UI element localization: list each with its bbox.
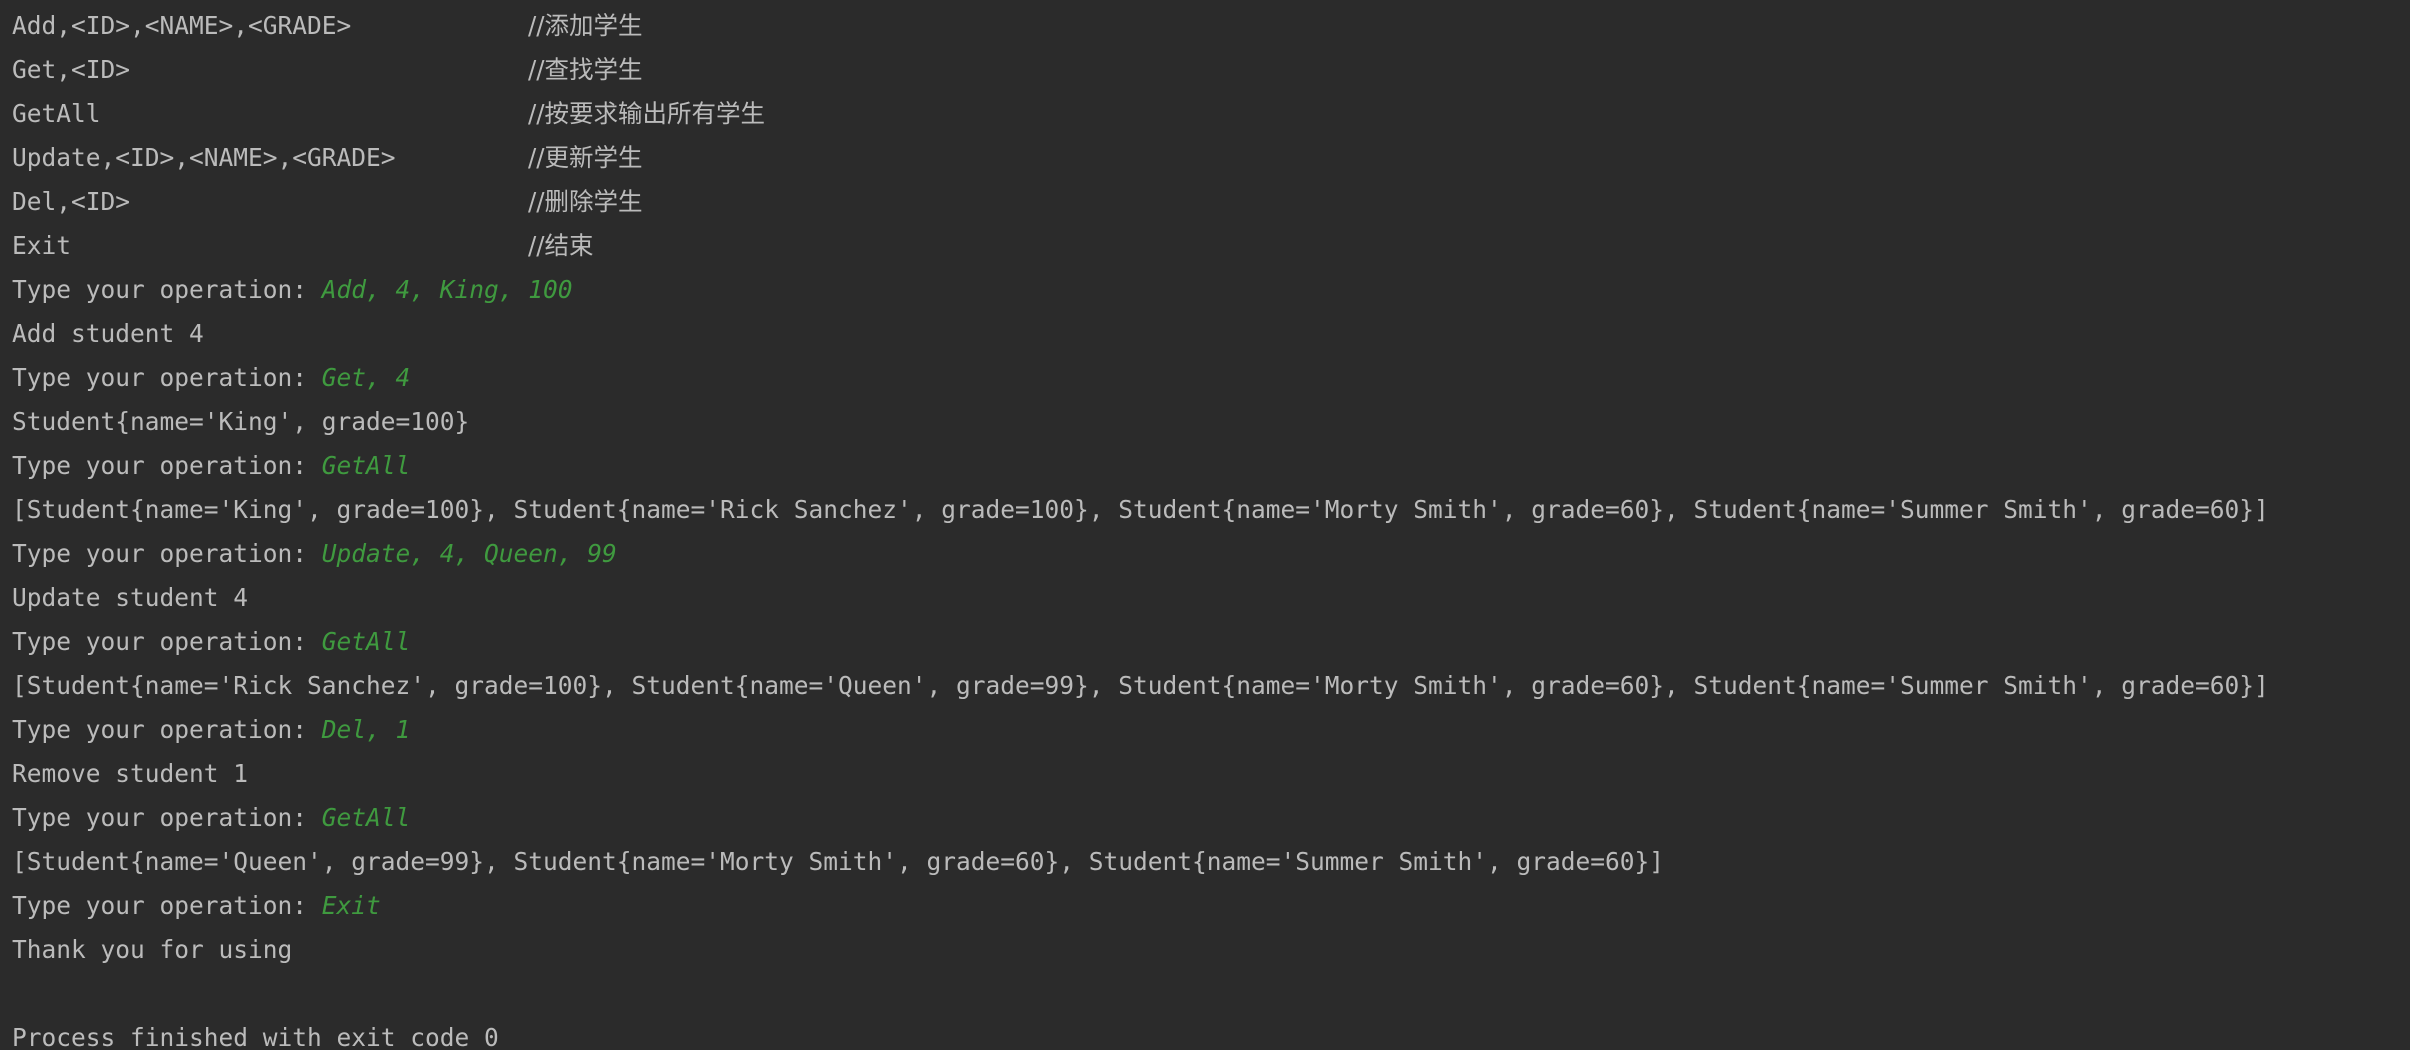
help-line: Exit //结束 [12,226,2410,270]
prompt-text: Type your operation: [12,451,322,480]
help-line: GetAll //按要求输出所有学生 [12,94,2410,138]
prompt-line: Type your operation: Get, 4 [12,358,2410,402]
user-input: Update, 4, Queen, 99 [321,539,617,568]
user-input: Del, 1 [321,715,411,744]
help-line: Get,<ID> //查找学生 [12,50,2410,94]
prompt-line: Type your operation: GetAll [12,446,2410,490]
user-input: GetAll [321,627,411,656]
help-comment: //结束 [528,231,594,260]
help-command: Add,<ID>,<NAME>,<GRADE> [12,11,352,40]
prompt-text: Type your operation: [12,803,322,832]
prompt-line: Type your operation: Update, 4, Queen, 9… [12,534,2410,578]
help-command: Get,<ID> [12,55,131,84]
help-command: Del,<ID> [12,187,131,216]
help-comment: //更新学生 [528,143,643,172]
output-line: Thank you for using [12,935,293,964]
help-command: GetAll [12,99,101,128]
user-input: Get, 4 [321,363,411,392]
prompt-text: Type your operation: [12,627,322,656]
user-input: GetAll [321,451,411,480]
run-console-output[interactable]: Add,<ID>,<NAME>,<GRADE> //添加学生 Get,<ID> //… [0,0,2410,1050]
prompt-text: Type your operation: [12,363,322,392]
prompt-line: Type your operation: Del, 1 [12,710,2410,754]
exit-message: Process finished with exit code 0 [12,1023,499,1050]
prompt-text: Type your operation: [12,715,322,744]
help-line: Add,<ID>,<NAME>,<GRADE> //添加学生 [12,6,2410,50]
prompt-line: Type your operation: GetAll [12,622,2410,666]
prompt-line: Type your operation: Exit [12,886,2410,930]
output-line: [Student{name='Rick Sanchez', grade=100}… [12,671,2269,700]
output-line: Remove student 1 [12,759,249,788]
help-line: Del,<ID> //删除学生 [12,182,2410,226]
user-input: Add, 4, King, 100 [321,275,573,304]
help-line: Update,<ID>,<NAME>,<GRADE> //更新学生 [12,138,2410,182]
prompt-text: Type your operation: [12,891,322,920]
prompt-text: Type your operation: [12,539,322,568]
user-input: GetAll [321,803,411,832]
output-line: [Student{name='King', grade=100}, Studen… [12,495,2269,524]
prompt-text: Type your operation: [12,275,322,304]
user-input: Exit [321,891,381,920]
prompt-line: Type your operation: Add, 4, King, 100 [12,270,2410,314]
help-comment: //查找学生 [528,55,643,84]
output-line: [Student{name='Queen', grade=99}, Studen… [12,847,1665,876]
help-comment: //删除学生 [528,187,643,216]
help-comment: //添加学生 [528,11,643,40]
output-line: Student{name='King', grade=100} [12,407,470,436]
output-line: Update student 4 [12,583,249,612]
prompt-line: Type your operation: GetAll [12,798,2410,842]
help-command: Exit [12,231,72,260]
output-line: Add student 4 [12,319,204,348]
help-comment: //按要求输出所有学生 [528,99,766,128]
help-command: Update,<ID>,<NAME>,<GRADE> [12,143,396,172]
